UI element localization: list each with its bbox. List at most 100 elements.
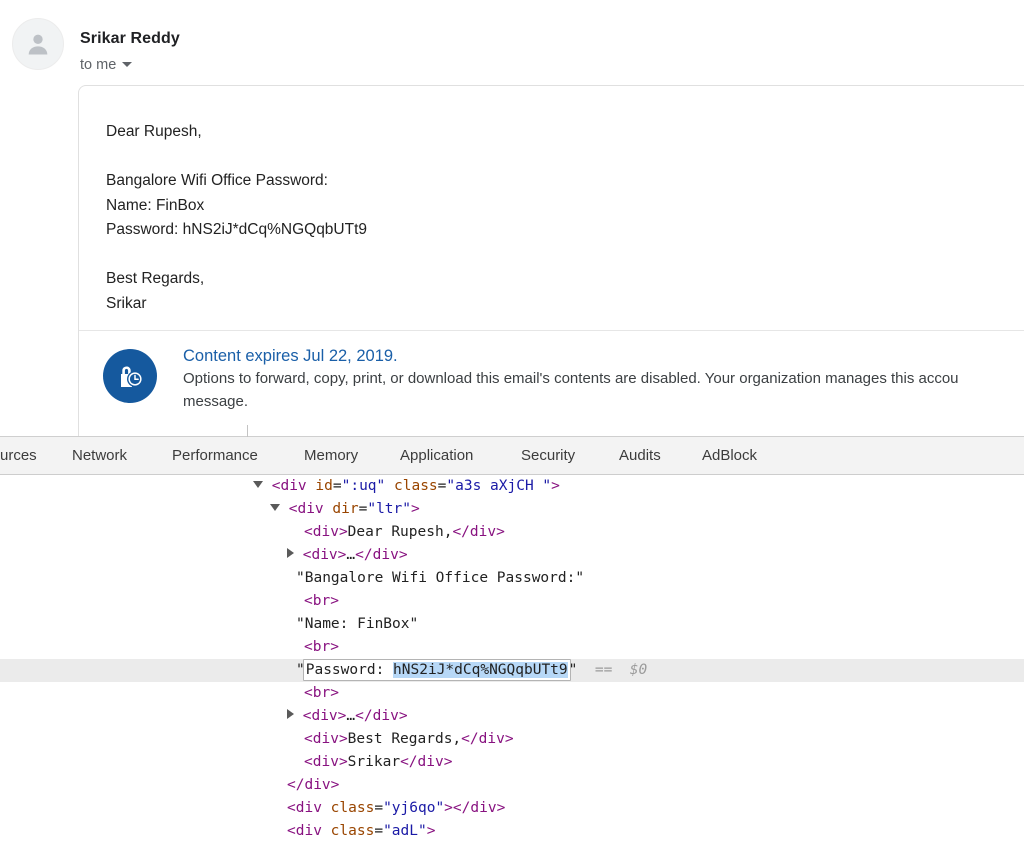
dom-row-selected[interactable]: "Password: hNS2iJ*dCq%NGQqbUTt9" == $0 xyxy=(0,659,1024,682)
dom-row[interactable]: <br> xyxy=(0,682,1024,705)
dom-row[interactable]: <div class="yj6qo"></div> xyxy=(0,797,1024,820)
dom-token-punct: < xyxy=(287,823,296,839)
dom-token-txt: Srikar xyxy=(347,754,401,770)
dom-token-punct: > xyxy=(551,478,560,494)
tab-audits[interactable]: Audits xyxy=(619,437,661,474)
email-card: Dear Rupesh, Bangalore Wifi Office Passwo… xyxy=(78,85,1024,436)
dom-token-attr: id xyxy=(315,478,333,494)
dom-token-punct: > xyxy=(443,754,453,770)
body-line: Dear Rupesh, xyxy=(106,123,202,140)
triangle-expanded-icon[interactable] xyxy=(253,481,263,488)
dom-token-tag: div xyxy=(295,800,322,816)
dom-token-tag: div xyxy=(417,754,444,770)
dom-token-txt: … xyxy=(346,547,356,563)
body-line: Srikar xyxy=(106,294,147,312)
dom-token-txt: = xyxy=(332,478,342,494)
avatar[interactable] xyxy=(12,18,64,70)
dom-token-punct: > xyxy=(411,501,420,517)
dom-row[interactable]: <div class="adL"> xyxy=(0,820,1024,843)
dom-token-attr: class xyxy=(394,478,438,494)
tab-performance[interactable]: Performance xyxy=(172,437,258,474)
tab-security[interactable]: Security xyxy=(521,437,575,474)
dom-token-punct: </ xyxy=(287,777,305,793)
dom-token-tag: div xyxy=(372,708,399,724)
message-header: Srikar Reddy to me xyxy=(12,14,412,74)
sender-name: Srikar Reddy xyxy=(80,30,180,47)
recipient-line[interactable]: to me xyxy=(80,57,133,73)
dom-token-punct: </ xyxy=(355,708,373,724)
person-avatar-icon xyxy=(28,34,48,55)
dom-token-txt xyxy=(385,478,394,494)
dom-row[interactable]: "Name: FinBox" xyxy=(0,613,1024,636)
dom-row[interactable]: <div dir="ltr"> xyxy=(0,498,1024,521)
dom-token-punct: > xyxy=(338,524,348,540)
dom-token-tag: br xyxy=(312,593,331,609)
dom-token-punct: < xyxy=(304,731,313,747)
content-expires-link[interactable]: Content expires Jul 22, 2019. xyxy=(183,345,1024,368)
tab-application[interactable]: Application xyxy=(400,437,473,474)
dom-token-txt: Best Regards, xyxy=(347,731,462,747)
email-message-pane: Srikar Reddy to me Dear Rupesh, Bangalore… xyxy=(0,0,1024,436)
triangle-expanded-icon[interactable] xyxy=(270,504,280,511)
dom-row[interactable]: <div>Srikar</div> xyxy=(0,751,1024,774)
dom-token-punct: > xyxy=(330,593,339,609)
dom-row[interactable]: <br> xyxy=(0,590,1024,613)
triangle-collapsed-icon[interactable] xyxy=(287,709,294,719)
dom-token-tag: div xyxy=(312,731,339,747)
triangle-collapsed-icon[interactable] xyxy=(287,548,294,558)
dom-token-txt xyxy=(322,823,331,839)
recipient-label: to me xyxy=(80,57,117,73)
dom-row[interactable]: <div>…</div> xyxy=(0,544,1024,567)
selected-password-text: hNS2iJ*dCq%NGQqbUTt9 xyxy=(393,662,568,678)
dom-token-tag: div xyxy=(469,524,497,540)
dom-token-tag: div xyxy=(297,501,324,517)
notice-line-1: Options to forward, copy, print, or down… xyxy=(183,370,959,387)
notice-line-2: message. xyxy=(183,392,249,410)
confidential-notice-text: Content expires Jul 22, 2019. Options to… xyxy=(183,345,1024,413)
tab-adblock[interactable]: AdBlock xyxy=(702,437,757,474)
dom-row[interactable]: <div>Dear Rupesh,</div> xyxy=(0,521,1024,544)
dom-token-punct: > xyxy=(338,731,348,747)
dom-token-punct: > xyxy=(398,708,408,724)
dom-row[interactable]: <div id=":uq" class="a3s aXjCH "> xyxy=(0,475,1024,498)
dom-token-tag: div xyxy=(312,524,339,540)
dom-token-tag: div xyxy=(280,478,307,494)
dom-token-punct: > xyxy=(338,754,348,770)
dom-token-eq: == xyxy=(577,662,630,678)
dom-token-tag: div xyxy=(304,777,331,793)
dom-token-punct: </ xyxy=(461,731,479,747)
dom-token-tag: br xyxy=(312,639,331,655)
tab-memory[interactable]: Memory xyxy=(304,437,358,474)
email-body: Dear Rupesh, Bangalore Wifi Office Passwo… xyxy=(106,120,1016,316)
dom-token-dollar: $0 xyxy=(629,662,648,678)
tab-network[interactable]: Network xyxy=(72,437,127,474)
dom-token-tag: div xyxy=(295,823,322,839)
dom-token-punct: > xyxy=(426,823,436,839)
tab-urces[interactable]: urces xyxy=(0,437,37,474)
dom-token-punct: < xyxy=(304,754,313,770)
dom-row[interactable]: <br> xyxy=(0,636,1024,659)
dom-token-punct: </ xyxy=(452,524,470,540)
editor-prefix-text: Password: xyxy=(305,662,394,678)
elements-dom-tree[interactable]: <div id=":uq" class="a3s aXjCH "> <div d… xyxy=(0,475,1024,849)
dom-row[interactable]: … xyxy=(0,843,1024,849)
chevron-down-icon[interactable] xyxy=(122,62,133,67)
pane-separator xyxy=(247,425,248,437)
dom-row[interactable]: </div> xyxy=(0,774,1024,797)
dom-token-punct: > xyxy=(496,524,505,540)
dom-token-punct: > xyxy=(496,800,506,816)
dom-token-tag: br xyxy=(312,685,331,701)
inline-text-editor[interactable]: Password: hNS2iJ*dCq%NGQqbUTt9 xyxy=(302,659,571,681)
body-blank-line xyxy=(106,243,1016,268)
dom-row[interactable]: <div>Best Regards,</div> xyxy=(0,728,1024,751)
devtools-tab-bar: urces Network Performance Memory Application… xyxy=(0,437,1024,475)
dom-token-val: "adL" xyxy=(383,823,427,839)
dom-row[interactable]: <div>…</div> xyxy=(0,705,1024,728)
body-line: Bangalore Wifi Office Password: xyxy=(106,172,328,189)
dom-token-txt: "Bangalore Wifi Office Password:" xyxy=(296,570,585,586)
dom-token-tag: div xyxy=(312,754,339,770)
dom-token-attr: dir xyxy=(332,501,359,517)
dom-token-tag: div xyxy=(470,800,497,816)
dom-row[interactable]: "Bangalore Wifi Office Password:" xyxy=(0,567,1024,590)
dom-token-val: "a3s aXjCH " xyxy=(446,478,552,494)
